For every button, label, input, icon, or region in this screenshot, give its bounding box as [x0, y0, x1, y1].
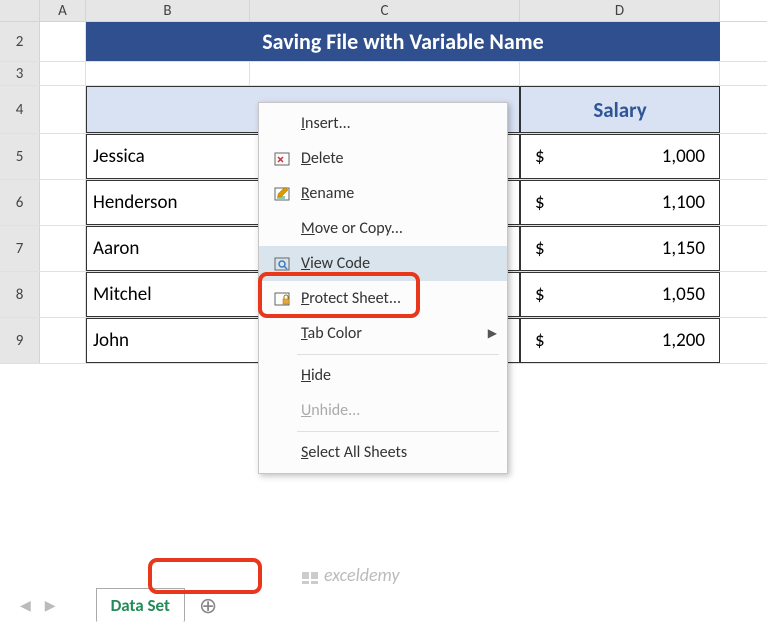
amount-2: 1,150 [662, 237, 705, 260]
currency-3: $ [535, 283, 545, 306]
cell-a7[interactable] [40, 226, 86, 271]
title-banner[interactable]: Saving File with Variable Name [86, 22, 720, 61]
sheet-tab-bar: ◀ ▶ Data Set ⊕ [0, 584, 767, 626]
row-header-2[interactable]: 2 [0, 22, 40, 61]
cell-salary-1[interactable]: $ 1,100 [520, 180, 720, 225]
currency-4: $ [535, 329, 545, 352]
col-header-a[interactable]: A [40, 0, 86, 21]
menu-viewcode-label: View Code [297, 254, 499, 273]
column-headers: A B C D [0, 0, 767, 22]
header-salary[interactable]: Salary [520, 86, 720, 133]
sheet-tab-active[interactable]: Data Set [96, 588, 185, 622]
cell-d3[interactable] [520, 62, 720, 85]
menu-separator [297, 431, 499, 432]
menu-selectall-label: Select All Sheets [297, 443, 499, 462]
chevron-right-icon: ▶ [488, 326, 497, 341]
protect-icon [267, 290, 297, 308]
delete-icon [267, 150, 297, 168]
view-code-icon [267, 255, 297, 273]
row-header-6[interactable]: 6 [0, 180, 40, 225]
col-header-d[interactable]: D [520, 0, 720, 21]
menu-delete[interactable]: Delete [259, 141, 507, 176]
row-header-8[interactable]: 8 [0, 272, 40, 317]
col-header-b[interactable]: B [86, 0, 250, 21]
amount-1: 1,100 [662, 191, 705, 214]
menu-insert[interactable]: Insert... [259, 106, 507, 141]
rename-icon [267, 185, 297, 203]
cell-a6[interactable] [40, 180, 86, 225]
cell-a9[interactable] [40, 318, 86, 363]
row-header-9[interactable]: 9 [0, 318, 40, 363]
menu-view-code[interactable]: View Code [259, 246, 507, 281]
cell-b3[interactable] [86, 62, 250, 85]
cell-a5[interactable] [40, 134, 86, 179]
menu-hide[interactable]: Hide [259, 358, 507, 393]
currency-1: $ [535, 191, 545, 214]
currency-0: $ [535, 145, 545, 168]
nav-next-icon[interactable]: ▶ [45, 597, 56, 614]
menu-separator [297, 354, 499, 355]
watermark-text: exceldemy [324, 564, 400, 586]
menu-move-copy[interactable]: Move or Copy... [259, 211, 507, 246]
select-all-corner[interactable] [0, 0, 40, 21]
cell-salary-2[interactable]: $ 1,150 [520, 226, 720, 271]
amount-4: 1,200 [662, 329, 705, 352]
add-sheet-button[interactable]: ⊕ [199, 592, 217, 619]
menu-protect-sheet[interactable]: Protect Sheet... [259, 281, 507, 316]
menu-rename[interactable]: Rename [259, 176, 507, 211]
amount-0: 1,000 [662, 145, 705, 168]
menu-rename-label: Rename [297, 184, 499, 203]
menu-unhide-label: Unhide... [297, 401, 499, 420]
cell-salary-3[interactable]: $ 1,050 [520, 272, 720, 317]
cell-a3[interactable] [40, 62, 86, 85]
menu-hide-label: Hide [297, 366, 499, 385]
menu-move-label: Move or Copy... [297, 219, 499, 238]
cell-a4[interactable] [40, 86, 86, 133]
amount-3: 1,050 [662, 283, 705, 306]
row-header-7[interactable]: 7 [0, 226, 40, 271]
sheet-context-menu: Insert... Delete Rename Move or Copy... … [258, 102, 508, 474]
currency-2: $ [535, 237, 545, 260]
cell-a2[interactable] [40, 22, 86, 61]
menu-tab-color[interactable]: Tab Color ▶ [259, 316, 507, 351]
menu-select-all-sheets[interactable]: Select All Sheets [259, 435, 507, 470]
menu-insert-label: Insert... [297, 114, 499, 133]
menu-delete-label: Delete [297, 149, 499, 168]
row-header-5[interactable]: 5 [0, 134, 40, 179]
cell-a8[interactable] [40, 272, 86, 317]
menu-unhide: Unhide... [259, 393, 507, 428]
cell-salary-0[interactable]: $ 1,000 [520, 134, 720, 179]
menu-protect-label: Protect Sheet... [297, 289, 499, 308]
cell-c3[interactable] [250, 62, 520, 85]
menu-tabcolor-label: Tab Color [297, 324, 499, 343]
nav-prev-icon[interactable]: ◀ [20, 597, 31, 614]
row-header-3[interactable]: 3 [0, 62, 40, 85]
cell-salary-4[interactable]: $ 1,200 [520, 318, 720, 363]
row-header-4[interactable]: 4 [0, 86, 40, 133]
col-header-c[interactable]: C [250, 0, 520, 21]
